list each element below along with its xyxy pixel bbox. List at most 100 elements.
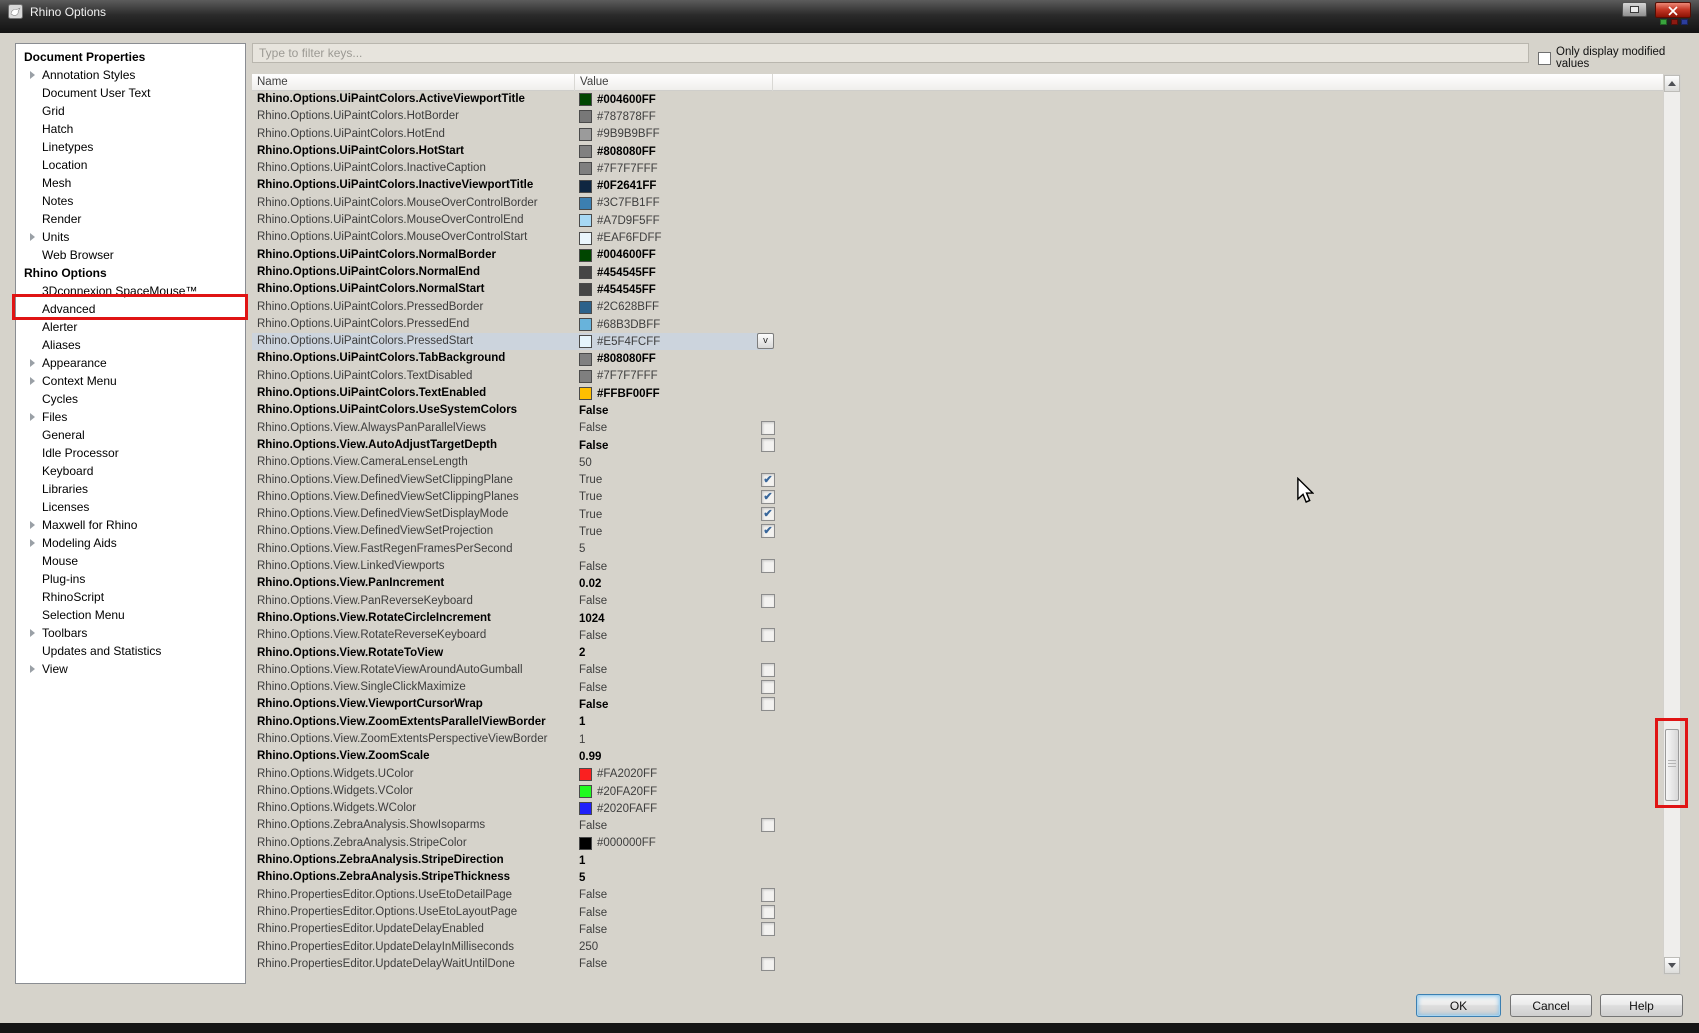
table-row-rhino-propertieseditor-updatedelayenabled[interactable]: Rhino.PropertiesEditor.UpdateDelayEnable…	[252, 921, 1663, 938]
table-row-rhino-options-uipaintcolors-normalborder[interactable]: Rhino.Options.UiPaintColors.NormalBorder…	[252, 247, 1663, 264]
table-row-rhino-options-view-panreversekeyboard[interactable]: Rhino.Options.View.PanReverseKeyboard Fal…	[252, 593, 1663, 610]
table-row-rhino-options-uipaintcolors-mouseovercontrolend[interactable]: Rhino.Options.UiPaintColors.MouseOverCon…	[252, 212, 1663, 229]
table-row-rhino-options-widgets-ucolor[interactable]: Rhino.Options.Widgets.UColor #FA2020FF	[252, 766, 1663, 783]
filter-keys-input[interactable]	[252, 43, 1529, 63]
table-row-rhino-options-view-rotateviewaroundautogumball[interactable]: Rhino.Options.View.RotateViewAroundAutoG…	[252, 662, 1663, 679]
table-row-rhino-options-uipaintcolors-mouseovercontrolborder[interactable]: Rhino.Options.UiPaintColors.MouseOverCon…	[252, 195, 1663, 212]
close-button[interactable]	[1655, 2, 1691, 18]
sidebar-item-advanced[interactable]: Advanced	[16, 300, 245, 318]
table-row-rhino-options-view-zoomextentsperspectiveviewborder[interactable]: Rhino.Options.View.ZoomExtentsPerspectiv…	[252, 731, 1663, 748]
sidebar-item-idle-processor[interactable]: Idle Processor	[16, 444, 245, 462]
value-checkbox[interactable]: ✔	[761, 507, 775, 522]
scroll-up-button[interactable]	[1664, 75, 1680, 92]
table-row-rhino-propertieseditor-updatedelaywaituntildone[interactable]: Rhino.PropertiesEditor.UpdateDelayWaitUn…	[252, 956, 1663, 973]
value-checkbox[interactable]: ✔	[761, 489, 775, 504]
table-row-rhino-options-uipaintcolors-activeviewporttitle[interactable]: Rhino.Options.UiPaintColors.ActiveViewpo…	[252, 91, 1663, 108]
expand-arrow-icon[interactable]	[30, 71, 35, 79]
sidebar-item-general[interactable]: General	[16, 426, 245, 444]
sidebar-item-hatch[interactable]: Hatch	[16, 120, 245, 138]
sidebar-item-libraries[interactable]: Libraries	[16, 480, 245, 498]
table-row-rhino-options-view-zoomscale[interactable]: Rhino.Options.View.ZoomScale 0.99	[252, 748, 1663, 765]
table-row-rhino-options-view-definedviewsetprojection[interactable]: Rhino.Options.View.DefinedViewSetProject…	[252, 523, 1663, 540]
value-checkbox[interactable]: ✔	[761, 524, 775, 539]
sidebar-item-selection-menu[interactable]: Selection Menu	[16, 606, 245, 624]
sidebar-item-licenses[interactable]: Licenses	[16, 498, 245, 516]
sidebar-item-view[interactable]: View	[16, 660, 245, 678]
expand-arrow-icon[interactable]	[30, 413, 35, 421]
table-row-rhino-options-view-singleclickmaximize[interactable]: Rhino.Options.View.SingleClickMaximize Fa…	[252, 679, 1663, 696]
table-row-rhino-options-widgets-vcolor[interactable]: Rhino.Options.Widgets.VColor #20FA20FF	[252, 783, 1663, 800]
sidebar-item-toolbars[interactable]: Toolbars	[16, 624, 245, 642]
sidebar-item-3dconnexion-spacemouse[interactable]: 3Dconnexion SpaceMouse™	[16, 282, 245, 300]
sidebar-item-mesh[interactable]: Mesh	[16, 174, 245, 192]
value-checkbox[interactable]	[761, 420, 775, 435]
value-checkbox[interactable]	[761, 956, 775, 971]
table-row-rhino-options-view-definedviewsetclippingplanes[interactable]: Rhino.Options.View.DefinedViewSetClippin…	[252, 489, 1663, 506]
table-row-rhino-options-uipaintcolors-pressedstart[interactable]: Rhino.Options.UiPaintColors.PressedStart…	[252, 333, 1663, 351]
sidebar-item-aliases[interactable]: Aliases	[16, 336, 245, 354]
table-row-rhino-options-uipaintcolors-tabbackground[interactable]: Rhino.Options.UiPaintColors.TabBackgroun…	[252, 350, 1663, 367]
value-checkbox[interactable]	[761, 887, 775, 902]
table-row-rhino-options-uipaintcolors-inactivecaption[interactable]: Rhino.Options.UiPaintColors.InactiveCapt…	[252, 160, 1663, 177]
restore-button[interactable]	[1622, 2, 1647, 17]
value-checkbox[interactable]	[761, 662, 775, 677]
sidebar-item-render[interactable]: Render	[16, 210, 245, 228]
table-row-rhino-options-uipaintcolors-normalend[interactable]: Rhino.Options.UiPaintColors.NormalEnd #45…	[252, 264, 1663, 281]
table-row-rhino-options-view-cameralenselength[interactable]: Rhino.Options.View.CameraLenseLength 50	[252, 454, 1663, 471]
table-row-rhino-options-view-definedviewsetclippingplane[interactable]: Rhino.Options.View.DefinedViewSetClippin…	[252, 472, 1663, 489]
table-row-rhino-options-uipaintcolors-pressedend[interactable]: Rhino.Options.UiPaintColors.PressedEnd #6…	[252, 316, 1663, 333]
value-checkbox[interactable]	[761, 628, 775, 643]
table-row-rhino-options-uipaintcolors-hotborder[interactable]: Rhino.Options.UiPaintColors.HotBorder #78…	[252, 108, 1663, 125]
table-row-rhino-options-widgets-wcolor[interactable]: Rhino.Options.Widgets.WColor #2020FAFF	[252, 800, 1663, 817]
sidebar-item-appearance[interactable]: Appearance	[16, 354, 245, 372]
table-row-rhino-options-uipaintcolors-inactiveviewporttitle[interactable]: Rhino.Options.UiPaintColors.InactiveView…	[252, 177, 1663, 194]
sidebar-item-maxwell-for-rhino[interactable]: Maxwell for Rhino	[16, 516, 245, 534]
value-checkbox[interactable]	[761, 904, 775, 919]
table-row-rhino-propertieseditor-updatedelayinmilliseconds[interactable]: Rhino.PropertiesEditor.UpdateDelayInMill…	[252, 939, 1663, 956]
column-header-value[interactable]: Value	[575, 74, 773, 91]
sidebar-item-grid[interactable]: Grid	[16, 102, 245, 120]
sidebar-item-context-menu[interactable]: Context Menu	[16, 372, 245, 390]
table-row-rhino-options-view-linkedviewports[interactable]: Rhino.Options.View.LinkedViewports False	[252, 558, 1663, 575]
sidebar-item-units[interactable]: Units	[16, 228, 245, 246]
sidebar-item-files[interactable]: Files	[16, 408, 245, 426]
table-row-rhino-options-view-panincrement[interactable]: Rhino.Options.View.PanIncrement 0.02	[252, 575, 1663, 592]
sidebar-item-modeling-aids[interactable]: Modeling Aids	[16, 534, 245, 552]
sidebar-item-rhinoscript[interactable]: RhinoScript	[16, 588, 245, 606]
ok-button[interactable]: OK	[1416, 994, 1501, 1017]
table-row-rhino-options-zebraanalysis-stripedirection[interactable]: Rhino.Options.ZebraAnalysis.StripeDirect…	[252, 852, 1663, 869]
table-row-rhino-options-zebraanalysis-stripecolor[interactable]: Rhino.Options.ZebraAnalysis.StripeColor #…	[252, 835, 1663, 852]
modified-values-toggle[interactable]: Only display modified values	[1538, 46, 1699, 70]
value-checkbox[interactable]	[761, 697, 775, 712]
sidebar-item-location[interactable]: Location	[16, 156, 245, 174]
table-row-rhino-options-uipaintcolors-hotend[interactable]: Rhino.Options.UiPaintColors.HotEnd #9B9B9…	[252, 126, 1663, 143]
sidebar-item-notes[interactable]: Notes	[16, 192, 245, 210]
table-row-rhino-options-view-alwayspanparallelviews[interactable]: Rhino.Options.View.AlwaysPanParallelView…	[252, 420, 1663, 437]
column-header-name[interactable]: Name	[252, 74, 575, 91]
table-row-rhino-options-uipaintcolors-normalstart[interactable]: Rhino.Options.UiPaintColors.NormalStart #…	[252, 281, 1663, 298]
expand-arrow-icon[interactable]	[30, 233, 35, 241]
sidebar-item-cycles[interactable]: Cycles	[16, 390, 245, 408]
sidebar-item-annotation-styles[interactable]: Annotation Styles	[16, 66, 245, 84]
sidebar-item-plug-ins[interactable]: Plug-ins	[16, 570, 245, 588]
value-dropdown-button[interactable]: v	[757, 333, 774, 350]
table-row-rhino-options-zebraanalysis-stripethickness[interactable]: Rhino.Options.ZebraAnalysis.StripeThickn…	[252, 869, 1663, 886]
value-checkbox[interactable]	[761, 922, 775, 937]
expand-arrow-icon[interactable]	[30, 377, 35, 385]
expand-arrow-icon[interactable]	[30, 629, 35, 637]
scroll-down-button[interactable]	[1664, 957, 1680, 974]
sidebar-item-updates-and-statistics[interactable]: Updates and Statistics	[16, 642, 245, 660]
sidebar-item-document-user-text[interactable]: Document User Text	[16, 84, 245, 102]
table-row-rhino-options-uipaintcolors-pressedborder[interactable]: Rhino.Options.UiPaintColors.PressedBorde…	[252, 299, 1663, 316]
table-row-rhino-propertieseditor-options-useetodetailpage[interactable]: Rhino.PropertiesEditor.Options.UseEtoDet…	[252, 887, 1663, 904]
help-button[interactable]: Help	[1600, 994, 1683, 1017]
table-row-rhino-options-view-definedviewsetdisplaymode[interactable]: Rhino.Options.View.DefinedViewSetDisplay…	[252, 506, 1663, 523]
cancel-button[interactable]: Cancel	[1510, 994, 1592, 1017]
expand-arrow-icon[interactable]	[30, 521, 35, 529]
table-row-rhino-propertieseditor-options-useetolayoutpage[interactable]: Rhino.PropertiesEditor.Options.UseEtoLay…	[252, 904, 1663, 921]
sidebar-item-mouse[interactable]: Mouse	[16, 552, 245, 570]
table-row-rhino-options-view-viewportcursorwrap[interactable]: Rhino.Options.View.ViewportCursorWrap Fal…	[252, 696, 1663, 713]
table-row-rhino-options-view-zoomextentsparallelviewborder[interactable]: Rhino.Options.View.ZoomExtentsParallelVi…	[252, 714, 1663, 731]
value-checkbox[interactable]	[761, 437, 775, 452]
value-checkbox[interactable]	[761, 559, 775, 574]
